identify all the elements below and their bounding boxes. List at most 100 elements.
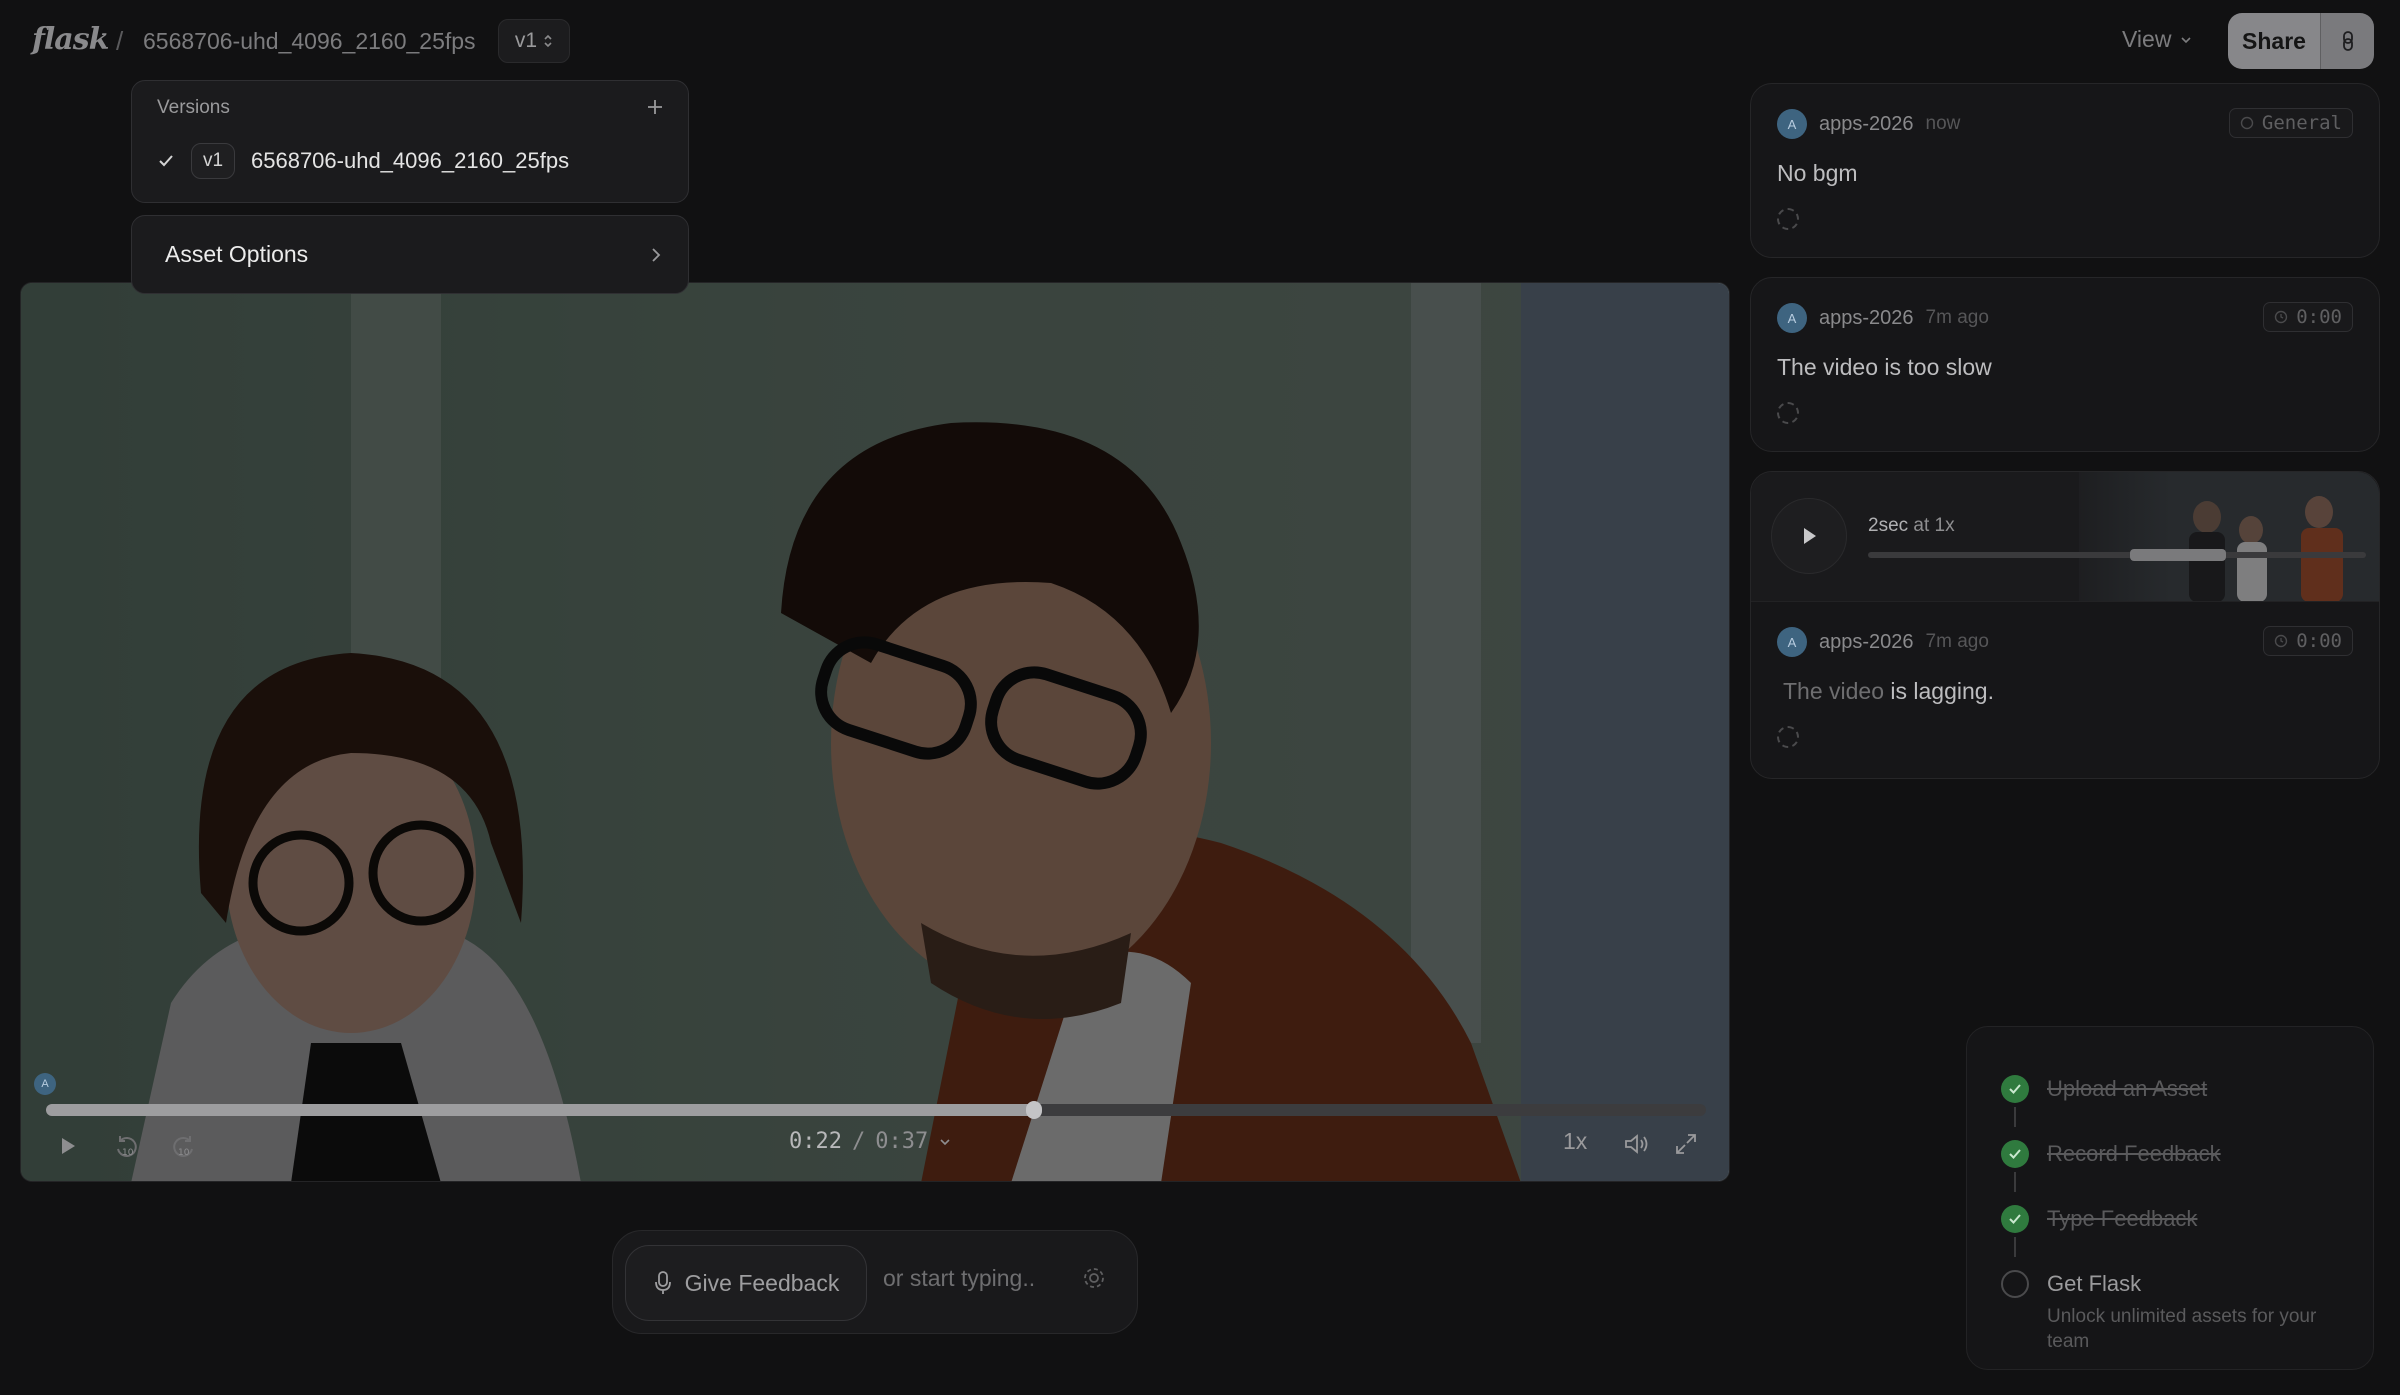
comment-text-rest: is lagging. <box>1890 678 1994 704</box>
forward-10-button[interactable]: 10 <box>167 1131 201 1163</box>
feedback-text-input[interactable]: or start typing.. <box>883 1265 1035 1292</box>
video-dim-overlay <box>21 283 1729 1181</box>
comment-timestamp-tag[interactable]: 0:00 <box>2263 302 2353 332</box>
chevron-down-icon <box>2181 36 2192 43</box>
comment-marker-avatar[interactable]: A <box>34 1073 56 1095</box>
voice-note-play-button[interactable] <box>1771 498 1847 574</box>
view-menu-button[interactable]: View <box>2122 26 2193 53</box>
comment-resolve-toggle[interactable] <box>1777 402 1799 424</box>
comment-text-transcribing: The video <box>1783 678 1885 704</box>
voice-note-player[interactable]: 2sec at 1x <box>1751 472 2379 602</box>
asset-options-menu-item[interactable]: Asset Options <box>131 215 689 294</box>
rewind-10-icon: 10 <box>117 1136 137 1158</box>
share-button[interactable]: Share <box>2228 13 2320 69</box>
comment-tag-label: 0:00 <box>2296 306 2342 328</box>
give-feedback-button[interactable]: Give Feedback <box>625 1245 867 1321</box>
asset-name[interactable]: 6568706-uhd_4096_2160_25fps <box>143 28 476 55</box>
view-menu-label: View <box>2122 26 2172 52</box>
fullscreen-icon <box>1676 1134 1696 1154</box>
comment-time: now <box>1925 113 1961 134</box>
asset-options-label: Asset Options <box>165 241 309 267</box>
comment-header: A apps-2026 7m ago <box>1777 627 1989 657</box>
clock-icon <box>2275 634 2288 648</box>
timecode-display[interactable]: 0:22 / 0:37 <box>789 1129 952 1154</box>
svg-text:10: 10 <box>178 1148 190 1158</box>
give-feedback-label: Give Feedback <box>684 1269 840 1296</box>
versions-popover: Versions v1 6568706-uhd_4096_2160_25fps <box>131 80 689 203</box>
comment-tag-label: 0:00 <box>2296 630 2342 652</box>
comment-resolve-toggle[interactable] <box>1777 726 1799 748</box>
comment-text: The video is too slow <box>1777 354 1992 380</box>
top-bar: flask / 6568706-uhd_4096_2160_25fps v1 V… <box>0 0 2400 84</box>
total-duration: 0:37 <box>875 1129 929 1154</box>
comment-author: apps-2026 <box>1819 306 1914 329</box>
play-icon <box>62 1138 75 1154</box>
version-selector-button[interactable]: v1 <box>498 19 570 63</box>
play-button[interactable] <box>53 1131 83 1161</box>
step-connector <box>2014 1237 2016 1257</box>
version-name: 6568706-uhd_4096_2160_25fps <box>251 148 570 173</box>
step-description: Unlock unlimited assets for your team <box>2047 1306 2317 1352</box>
checklist-step[interactable]: Type Feedback <box>2001 1205 2197 1233</box>
breadcrumb-separator: / <box>116 26 124 56</box>
comment-text: No bgm <box>1777 160 1858 186</box>
comment-timestamp-tag[interactable]: 0:00 <box>2263 626 2353 656</box>
avatar: A <box>1777 627 1807 657</box>
comment-card[interactable]: A apps-2026 7m ago 0:00 The video is too… <box>1750 277 2380 452</box>
step-connector <box>2014 1172 2016 1192</box>
versions-title: Versions <box>157 97 230 118</box>
voice-note-duration: 2sec <box>1868 515 1909 536</box>
rewind-10-button[interactable]: 10 <box>109 1131 143 1163</box>
voice-note-progress[interactable] <box>1868 549 2366 561</box>
fullscreen-button[interactable] <box>1671 1129 1701 1159</box>
feedback-settings-button[interactable] <box>1081 1265 1107 1296</box>
comment-card-voice[interactable]: 2sec at 1x A apps-2026 7m ago 0:00 The v… <box>1750 471 2380 779</box>
copy-link-button[interactable] <box>2320 13 2374 69</box>
video-player[interactable]: A 10 10 0:22 / 0:37 1x <box>20 282 1730 1182</box>
onboarding-checklist: Upload an Asset Record Feedback Type Fee… <box>1966 1026 2374 1370</box>
comment-card[interactable]: A apps-2026 now General No bgm <box>1750 83 2380 258</box>
comment-tag-label: General <box>2261 112 2342 134</box>
link-icon <box>2342 31 2353 51</box>
checklist-step[interactable]: Upload an Asset <box>2001 1075 2207 1103</box>
current-time: 0:22 <box>789 1129 842 1154</box>
comment-author: apps-2026 <box>1819 630 1914 653</box>
step-done-indicator <box>2001 1140 2029 1168</box>
chevron-right-icon <box>652 247 661 262</box>
plus-icon <box>648 100 662 114</box>
step-done-indicator <box>2001 1075 2029 1103</box>
flask-logo[interactable]: flask <box>32 22 109 57</box>
timeline-handle[interactable] <box>1025 1101 1042 1119</box>
comment-time: 7m ago <box>1925 307 1989 328</box>
checklist-step[interactable]: Record Feedback <box>2001 1140 2221 1168</box>
version-item[interactable]: v1 6568706-uhd_4096_2160_25fps <box>157 143 569 179</box>
voice-note-speed: at 1x <box>1913 515 1955 536</box>
step-done-indicator <box>2001 1205 2029 1233</box>
comment-text: The video is lagging. <box>1783 678 1994 705</box>
volume-icon <box>1625 1134 1648 1154</box>
playback-speed-button[interactable]: 1x <box>1563 1128 1587 1155</box>
step-label: Type Feedback <box>2047 1206 2198 1231</box>
comment-author: apps-2026 <box>1819 112 1914 135</box>
timeline-progress <box>46 1104 1034 1116</box>
version-selector-label: v1 <box>514 29 538 52</box>
gear-icon <box>1084 1268 1104 1288</box>
voice-note-label: 2sec at 1x <box>1868 515 1955 537</box>
comment-header: A apps-2026 7m ago <box>1777 303 1989 333</box>
timeline-scrubber[interactable] <box>46 1101 1706 1119</box>
volume-button[interactable] <box>1621 1129 1653 1159</box>
chevron-down-icon <box>940 1138 950 1145</box>
check-icon <box>2009 1149 2021 1159</box>
comment-resolve-toggle[interactable] <box>1777 208 1799 230</box>
svg-text:10: 10 <box>122 1148 134 1158</box>
check-icon <box>2009 1214 2021 1224</box>
time-separator: / <box>851 1129 866 1154</box>
check-icon <box>159 155 173 167</box>
checklist-step[interactable]: Get Flask Unlock unlimited assets for yo… <box>2001 1270 2357 1354</box>
step-connector <box>2014 1107 2016 1127</box>
play-icon <box>1804 528 1816 544</box>
avatar: A <box>1777 109 1807 139</box>
clock-icon <box>2240 116 2254 130</box>
comment-tag[interactable]: General <box>2228 108 2353 138</box>
add-version-button[interactable] <box>646 91 664 123</box>
